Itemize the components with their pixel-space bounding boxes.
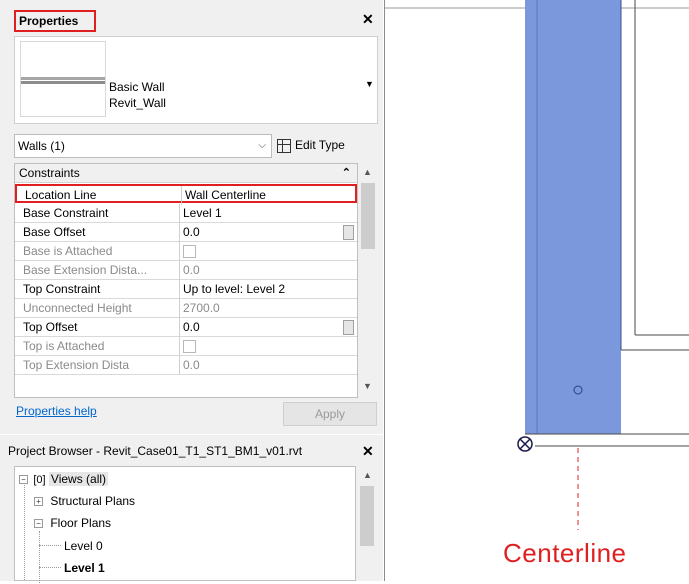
collapse-node-icon[interactable]: −	[34, 519, 43, 529]
constraints-section-header[interactable]: Constraints ⌃	[15, 164, 357, 183]
tree-item-label: Level 0	[64, 539, 103, 553]
property-value: 2700.0	[183, 301, 220, 315]
top-attached-checkbox	[183, 340, 196, 353]
type-name-label: Revit_Wall	[109, 96, 166, 110]
property-label: Base Extension Dista...	[23, 263, 148, 277]
collapse-icon[interactable]: ⌃	[342, 164, 351, 182]
scroll-thumb[interactable]	[361, 183, 375, 249]
property-label: Top Offset	[23, 320, 78, 334]
properties-panel: Properties ✕ Basic Wall Revit_Wall ▼ Wal…	[0, 0, 383, 434]
wall-type-preview	[20, 41, 106, 117]
drawing-canvas[interactable]: Centerline	[384, 0, 689, 581]
property-value[interactable]: 0.0	[183, 319, 200, 336]
property-label: Top Extension Dista	[23, 358, 130, 372]
properties-help-link[interactable]: Properties help	[16, 404, 97, 418]
edit-type-button[interactable]: Edit Type	[277, 134, 345, 158]
property-label: Top is Attached	[23, 339, 105, 353]
tree-item-structural-plans[interactable]: + Structural Plans	[34, 493, 135, 509]
scroll-up-icon[interactable]: ▲	[363, 167, 372, 177]
scroll-up-icon[interactable]: ▲	[363, 470, 372, 480]
tree-item-level-1[interactable]: Level 1	[64, 560, 105, 576]
property-label: Top Constraint	[23, 282, 101, 296]
tree-item-floor-plans[interactable]: − Floor Plans	[34, 515, 111, 531]
property-row-top-extension: Top Extension Dista 0.0	[15, 356, 357, 375]
property-row-base-offset[interactable]: Base Offset 0.0	[15, 223, 357, 242]
property-row-top-is-attached: Top is Attached	[15, 337, 357, 356]
property-value[interactable]: Up to level: Level 2	[183, 281, 285, 298]
property-row-location-line[interactable]: Location Line Wall Centerline	[15, 184, 357, 205]
property-value[interactable]: 0.0	[183, 224, 200, 241]
wall-element	[525, 0, 621, 434]
tree-item-label: Level 1	[64, 561, 105, 575]
type-family-label: Basic Wall	[109, 80, 165, 94]
properties-title: Properties	[14, 10, 96, 32]
property-value[interactable]: Level 1	[183, 205, 222, 222]
browser-scrollbar[interactable]: ▲	[356, 466, 378, 581]
property-row-top-offset[interactable]: Top Offset 0.0	[15, 318, 357, 337]
tree-item-label: Structural Plans	[50, 494, 136, 508]
property-label: Location Line	[25, 188, 97, 202]
view-set-icon: [0]	[33, 474, 46, 486]
close-properties-icon[interactable]: ✕	[362, 11, 374, 28]
base-attached-checkbox	[183, 245, 196, 258]
section-label: Constraints	[19, 166, 80, 180]
plan-view[interactable]	[385, 0, 689, 581]
property-value[interactable]: Wall Centerline	[185, 187, 266, 204]
scroll-thumb[interactable]	[360, 486, 374, 546]
instance-filter-select[interactable]: Walls (1) ⌵	[14, 134, 272, 158]
properties-scrollbar[interactable]: ▲ ▼	[358, 163, 378, 398]
apply-button[interactable]: Apply	[283, 402, 377, 426]
close-browser-icon[interactable]: ✕	[362, 443, 374, 460]
chevron-down-icon: ⌵	[258, 140, 266, 151]
expand-node-icon[interactable]: +	[34, 497, 43, 507]
type-selector[interactable]: Basic Wall Revit_Wall ▼	[14, 36, 378, 124]
property-label: Unconnected Height	[23, 301, 132, 315]
instance-filter-label: Walls (1)	[18, 139, 65, 153]
property-value: 0.0	[183, 358, 200, 372]
value-spin-button[interactable]	[343, 225, 354, 240]
type-dropdown-icon[interactable]: ▼	[365, 79, 374, 89]
tree-item-views[interactable]: − [0] Views (all)	[19, 471, 109, 488]
project-browser-tree: − [0] Views (all) + Structural Plans − F…	[14, 466, 356, 583]
edit-type-icon	[277, 138, 291, 153]
property-value: 0.0	[183, 263, 200, 277]
tree-item-label: Floor Plans	[50, 516, 112, 530]
property-row-base-is-attached: Base is Attached	[15, 242, 357, 261]
collapse-node-icon[interactable]: −	[19, 475, 28, 485]
centerline-annotation: Centerline	[503, 538, 627, 568]
property-row-top-constraint[interactable]: Top Constraint Up to level: Level 2	[15, 280, 357, 299]
property-row-base-constraint[interactable]: Base Constraint Level 1	[15, 204, 357, 223]
property-row-unconnected-height: Unconnected Height 2700.0	[15, 299, 357, 318]
properties-grid: Constraints ⌃ Location Line Wall Centerl…	[14, 163, 358, 398]
property-label: Base Constraint	[23, 206, 109, 220]
project-browser-title: Project Browser - Revit_Case01_T1_ST1_BM…	[8, 444, 303, 458]
tree-item-level-0[interactable]: Level 0	[64, 538, 103, 554]
tree-item-label: Views (all)	[48, 472, 109, 486]
property-label: Base is Attached	[23, 244, 113, 258]
property-row-base-extension: Base Extension Dista... 0.0	[15, 261, 357, 280]
value-spin-button[interactable]	[343, 320, 354, 335]
property-label: Base Offset	[23, 225, 86, 239]
scroll-down-icon[interactable]: ▼	[363, 381, 372, 391]
edit-type-label: Edit Type	[295, 138, 345, 152]
